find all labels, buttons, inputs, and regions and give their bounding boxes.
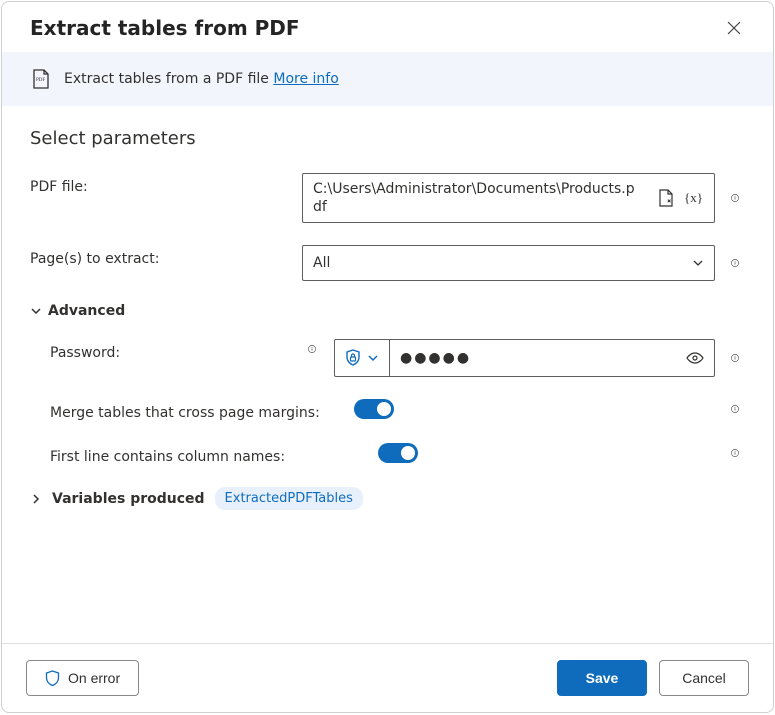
first-line-toggle[interactable]	[378, 443, 418, 463]
footer-actions: Save Cancel	[557, 660, 749, 696]
password-input[interactable]: ●●●●●	[334, 339, 715, 377]
control-pdf-file: C:\Users\Administrator\Documents\Product…	[302, 173, 745, 223]
dialog-header: Extract tables from PDF	[2, 2, 773, 52]
pdf-icon: PDF	[30, 68, 52, 90]
variables-expander[interactable]: Variables produced ExtractedPDFTables	[30, 487, 745, 510]
on-error-button[interactable]: On error	[26, 660, 139, 696]
pages-select[interactable]: All	[302, 245, 715, 281]
label-password: Password:	[50, 339, 290, 361]
info-icon	[731, 189, 739, 207]
control-first-line	[342, 443, 745, 463]
merge-toggle[interactable]	[354, 399, 394, 419]
row-pages: Page(s) to extract: All	[30, 245, 745, 281]
label-merge: Merge tables that cross page margins:	[50, 399, 330, 421]
advanced-label: Advanced	[48, 303, 125, 319]
dialog-footer: On error Save Cancel	[2, 643, 773, 712]
chevron-down-icon	[367, 352, 379, 364]
shield-icon	[45, 670, 60, 687]
dialog-title: Extract tables from PDF	[30, 16, 300, 40]
label-pages: Page(s) to extract:	[30, 245, 290, 267]
more-info-link[interactable]: More info	[273, 71, 338, 87]
label-pdf-file: PDF file:	[30, 173, 290, 195]
info-first-line[interactable]	[725, 443, 745, 463]
dialog-content: Select parameters PDF file: C:\Users\Adm…	[2, 106, 773, 643]
file-icon	[658, 189, 674, 207]
info-banner: PDF Extract tables from a PDF file More …	[2, 52, 773, 106]
pdf-file-input[interactable]: C:\Users\Administrator\Documents\Product…	[302, 173, 715, 223]
info-merge[interactable]	[725, 399, 745, 419]
info-icon	[731, 349, 739, 367]
section-title: Select parameters	[30, 128, 745, 149]
insert-variable-button[interactable]: {x}	[682, 188, 706, 208]
info-password[interactable]	[725, 348, 745, 368]
browse-file-button[interactable]	[656, 187, 676, 209]
chevron-right-icon	[30, 493, 42, 505]
row-pdf-file: PDF file: C:\Users\Administrator\Documen…	[30, 173, 745, 223]
cancel-button[interactable]: Cancel	[659, 660, 749, 696]
on-error-label: On error	[68, 670, 120, 686]
shield-lock-icon	[345, 349, 361, 367]
password-reveal-button[interactable]	[676, 340, 714, 376]
control-password: ●●●●●	[334, 339, 745, 377]
password-mode-button[interactable]	[335, 340, 390, 376]
info-icon	[731, 400, 739, 418]
pages-selected: All	[313, 255, 330, 271]
variable-badge[interactable]: ExtractedPDFTables	[215, 487, 363, 510]
info-icon	[731, 444, 739, 462]
info-icon	[308, 340, 316, 358]
info-pages[interactable]	[725, 253, 745, 273]
eye-icon	[686, 351, 704, 365]
banner-desc: Extract tables from a PDF file	[64, 71, 273, 87]
pdf-file-actions: {x}	[648, 174, 714, 222]
svg-text:PDF: PDF	[36, 78, 45, 83]
control-pages: All	[302, 245, 745, 281]
info-icon	[731, 254, 739, 272]
pdf-file-value: C:\Users\Administrator\Documents\Product…	[303, 174, 648, 222]
info-password-left[interactable]	[302, 339, 322, 359]
chevron-down-icon	[692, 257, 704, 269]
row-password: Password: ●●●●●	[30, 339, 745, 377]
variables-label: Variables produced	[52, 491, 205, 507]
variable-icon: {x}	[684, 190, 704, 206]
close-icon	[727, 21, 741, 35]
control-merge	[342, 399, 745, 419]
banner-text: Extract tables from a PDF file More info	[64, 71, 339, 87]
label-first-line: First line contains column names:	[50, 443, 330, 465]
row-first-line: First line contains column names:	[30, 443, 745, 465]
info-pdf-file[interactable]	[725, 188, 745, 208]
save-button[interactable]: Save	[557, 660, 647, 696]
chevron-down-icon	[30, 305, 42, 317]
close-button[interactable]	[723, 17, 745, 39]
dialog: Extract tables from PDF PDF Extract tabl…	[1, 1, 774, 713]
row-merge: Merge tables that cross page margins:	[30, 399, 745, 421]
advanced-expander[interactable]: Advanced	[30, 303, 745, 319]
svg-text:{x}: {x}	[684, 190, 703, 205]
password-value: ●●●●●	[390, 340, 676, 376]
